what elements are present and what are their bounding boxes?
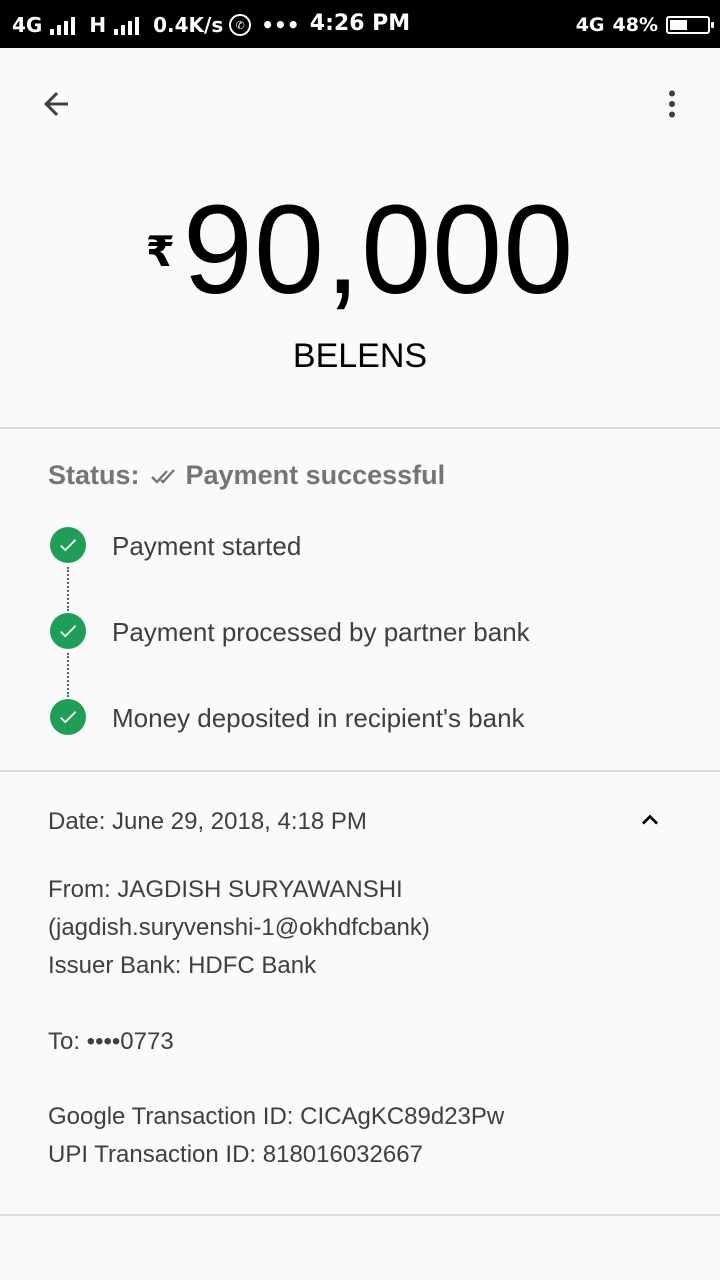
step-item: Money deposited in recipient's bank — [48, 699, 688, 785]
battery-icon — [666, 16, 714, 34]
transaction-date: Date: June 29, 2018, 4:18 PM — [48, 808, 367, 835]
payment-steps: Payment started Payment processed by par… — [48, 527, 688, 785]
check-circle-icon — [50, 699, 86, 735]
divider-bottom — [0, 1214, 720, 1216]
divider-middle — [0, 770, 720, 772]
amount-value: 90,000 — [182, 179, 575, 320]
chevron-up-icon — [642, 814, 658, 825]
currency-symbol: ₹ — [145, 228, 175, 275]
google-transaction-id[interactable]: Google Transaction ID: CICAgKC89d23Pw — [48, 1098, 504, 1136]
step-item: Payment started — [48, 527, 688, 613]
divider-top — [0, 427, 720, 429]
upi-transaction-id[interactable]: UPI Transaction ID: 818016032667 — [48, 1136, 423, 1174]
amount-display: ₹ 90,000 — [0, 185, 720, 315]
status-bar-right: 4G 48% — [575, 12, 714, 38]
back-button[interactable] — [32, 80, 80, 128]
arrow-back-icon — [44, 92, 68, 116]
step-connector — [67, 653, 69, 697]
battery-percent: 48% — [612, 14, 658, 36]
battery-fill — [670, 20, 688, 30]
network-type-3: 4G — [575, 14, 605, 36]
more-vert-icon — [669, 90, 675, 118]
system-status-bar: 4G H 0.4K/s ✆ ••• 4:26 PM 4G 48% — [0, 0, 720, 48]
status-label: Status: — [48, 460, 140, 490]
from-name: From: JAGDISH SURYAWANSHI — [48, 876, 403, 903]
issuer-bank: Issuer Bank: HDFC Bank — [48, 952, 317, 979]
payment-status: Status: Payment successful — [48, 460, 445, 491]
step-label: Payment started — [112, 531, 302, 561]
check-circle-icon — [50, 613, 86, 649]
from-upi-id: (jagdish.suryvenshi-1@okhdfcbank) — [48, 914, 430, 941]
payee-name: BELENS — [292, 337, 428, 375]
double-check-icon — [150, 468, 175, 484]
step-label: Money deposited in recipient's bank — [112, 703, 525, 733]
collapse-details-button[interactable] — [628, 800, 672, 840]
check-circle-icon — [50, 527, 86, 563]
step-item: Payment processed by partner bank — [48, 613, 688, 699]
more-options-button[interactable] — [648, 80, 696, 128]
status-value: Payment successful — [185, 460, 446, 490]
step-label: Payment processed by partner bank — [112, 617, 530, 647]
to-account: To: ••••0773 — [48, 1028, 174, 1055]
step-connector — [67, 567, 69, 611]
